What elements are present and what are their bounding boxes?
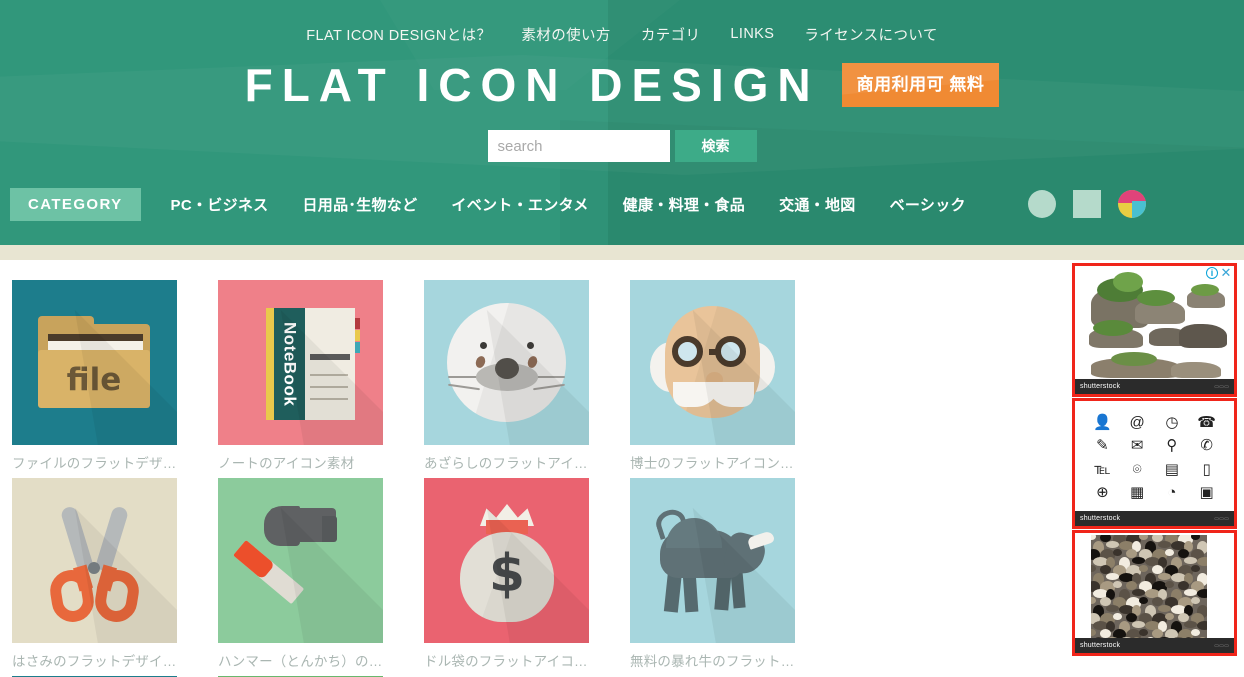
icon-thumbnail[interactable] bbox=[424, 280, 589, 445]
icon-card-professor[interactable]: 博士のフラットアイコン… bbox=[630, 280, 836, 472]
topnav-item-about[interactable]: FLAT ICON DESIGNとは？ bbox=[306, 24, 491, 45]
category-label[interactable]: CATEGORY bbox=[10, 187, 141, 221]
free-commercial-badge-label: 商用利用可 無料 bbox=[856, 75, 985, 94]
globe-icon: ⊕ bbox=[1096, 483, 1109, 501]
headset-icon: ⌾ bbox=[1132, 460, 1142, 478]
icon-card-money-bag[interactable]: $ ドル袋のフラットアイコ… bbox=[424, 478, 630, 670]
icon-caption: ファイルのフラットデザ… bbox=[12, 456, 177, 471]
ad-brand-label: shutterstock bbox=[1080, 515, 1121, 522]
icon-card-notebook[interactable]: NoteBook ノートのアイコン素材 bbox=[218, 280, 424, 472]
ad-brand-bar: shutterstock ▭▭▭ bbox=[1075, 638, 1234, 653]
ad-brand-label: shutterstock bbox=[1080, 642, 1121, 649]
icon-caption: はさみのフラットデザイ… bbox=[12, 654, 177, 669]
site-title[interactable]: FLAT ICON DESIGN bbox=[245, 62, 820, 108]
shape-toggle-group bbox=[1028, 190, 1146, 218]
ad-rocky-islands[interactable]: i ✕ shutterstock ▭▭▭ bbox=[1072, 263, 1237, 397]
topnav-item-howto[interactable]: 素材の使い方 bbox=[521, 24, 610, 45]
square-shape-toggle[interactable] bbox=[1073, 190, 1101, 218]
ad-brand-label: shutterstock bbox=[1080, 383, 1121, 390]
edit-pencil-icon: ✎ bbox=[1096, 437, 1109, 455]
category-item-health-food[interactable]: 健康・料理・食品 bbox=[623, 194, 745, 215]
icon-thumbnail[interactable]: file bbox=[12, 280, 177, 445]
circle-shape-toggle[interactable] bbox=[1028, 190, 1056, 218]
icon-thumbnail[interactable] bbox=[12, 478, 177, 643]
top-navigation: FLAT ICON DESIGNとは？ 素材の使い方 カテゴリ LINKS ライ… bbox=[0, 0, 1244, 56]
chat-bubbles-icon: ▣ bbox=[1199, 483, 1214, 501]
ad-image: 👤 @ ◷ ☎ ✎ ✉ ⚲ ✆ ℡ ⌾ ▤ ▯ ⊕ ▦ ◔ ▣ bbox=[1075, 401, 1234, 526]
category-links: PC・ビジネス 日用品･生物など イベント・エンタメ 健康・料理・食品 交通・地… bbox=[171, 194, 966, 215]
icon-card-bull[interactable]: 無料の暴れ牛のフラット… bbox=[630, 478, 836, 670]
icon-thumbnail[interactable]: $ bbox=[424, 478, 589, 643]
search-input[interactable] bbox=[487, 130, 670, 162]
icon-caption: ハンマー（とんかち）の… bbox=[218, 654, 383, 669]
contact-icon-grid: 👤 @ ◷ ☎ ✎ ✉ ⚲ ✆ ℡ ⌾ ▤ ▯ ⊕ ▦ ◔ ▣ bbox=[1085, 411, 1224, 504]
ad-brand-bar: shutterstock ▭▭▭ bbox=[1075, 511, 1234, 526]
ad-contact-icons[interactable]: 👤 @ ◷ ☎ ✎ ✉ ⚲ ✆ ℡ ⌾ ▤ ▯ ⊕ ▦ ◔ ▣ shutters… bbox=[1072, 398, 1237, 529]
category-bar: CATEGORY PC・ビジネス 日用品･生物など イベント・エンタメ 健康・料… bbox=[0, 185, 1244, 223]
phone-handset-icon: ✆ bbox=[1200, 437, 1213, 455]
icon-thumbnail[interactable] bbox=[630, 478, 795, 643]
old-telephone-icon: ☎ bbox=[1197, 414, 1216, 432]
person-pin-icon: 👤 bbox=[1093, 414, 1112, 432]
icon-caption: 無料の暴れ牛のフラット… bbox=[630, 654, 795, 669]
24h-support-icon: ◔ bbox=[1167, 483, 1177, 501]
search-row: 検索 bbox=[0, 130, 1244, 162]
icon-thumbnail[interactable] bbox=[218, 478, 383, 643]
icon-thumbnail[interactable] bbox=[630, 280, 795, 445]
icon-caption: ドル袋のフラットアイコ… bbox=[424, 654, 588, 669]
icon-card-scissors[interactable]: はさみのフラットデザイ… bbox=[12, 478, 218, 670]
snakeskin-texture bbox=[1091, 535, 1207, 641]
browser-window-icon: ▤ bbox=[1164, 460, 1179, 478]
site-header: FLAT ICON DESIGNとは？ 素材の使い方 カテゴリ LINKS ライ… bbox=[0, 0, 1244, 245]
category-item-basic[interactable]: ベーシック bbox=[890, 194, 966, 215]
clock-icon: ◷ bbox=[1165, 414, 1179, 432]
topnav-item-category[interactable]: カテゴリ bbox=[641, 24, 701, 45]
icon-card-hammer[interactable]: ハンマー（とんかち）の… bbox=[218, 478, 424, 670]
icon-thumbnail[interactable]: NoteBook bbox=[218, 280, 383, 445]
icon-card-file[interactable]: file ファイルのフラットデザ… bbox=[12, 280, 218, 472]
icon-caption: あざらしのフラットアイ… bbox=[424, 456, 588, 471]
map-pin-icon: ⚲ bbox=[1166, 437, 1178, 455]
adchoices-icon[interactable]: i bbox=[1206, 267, 1218, 279]
close-icon[interactable]: ✕ bbox=[1220, 266, 1232, 279]
free-commercial-badge[interactable]: 商用利用可 無料 bbox=[841, 63, 1000, 107]
phone-ringing-icon: ℡ bbox=[1094, 460, 1111, 478]
topnav-item-links[interactable]: LINKS bbox=[730, 26, 774, 42]
topnav-item-license[interactable]: ライセンスについて bbox=[804, 24, 937, 45]
ad-brand-bar: shutterstock ▭▭▭ bbox=[1075, 379, 1234, 394]
ad-snakeskin[interactable]: shutterstock ▭▭▭ bbox=[1072, 530, 1237, 656]
ad-image bbox=[1075, 266, 1234, 394]
mobile-phone-icon: ▯ bbox=[1202, 460, 1211, 478]
icon-card-seal[interactable]: あざらしのフラットアイ… bbox=[424, 280, 630, 472]
category-item-transport-map[interactable]: 交通・地図 bbox=[779, 194, 856, 215]
ad-sidebar: i ✕ shutterstock ▭▭▭ 👤 @ ◷ ☎ ✎ ✉ ⚲ ✆ ℡ ⌾… bbox=[1030, 260, 1244, 677]
category-item-pc-business[interactable]: PC・ビジネス bbox=[171, 194, 269, 215]
logo-row: FLAT ICON DESIGN 商用利用可 無料 bbox=[0, 62, 1244, 108]
envelope-icon: ✉ bbox=[1130, 437, 1144, 455]
category-item-event[interactable]: イベント・エンタメ bbox=[451, 194, 588, 215]
icon-caption: ノートのアイコン素材 bbox=[218, 456, 355, 471]
search-button[interactable]: 検索 bbox=[674, 130, 757, 162]
page-body: file ファイルのフラットデザ… NoteBook ノートのアイコン素材 あざ… bbox=[0, 245, 1244, 677]
at-sign-icon: @ bbox=[1129, 414, 1145, 432]
calendar-icon: ▦ bbox=[1130, 483, 1145, 501]
category-item-daily-goods[interactable]: 日用品･生物など bbox=[303, 194, 418, 215]
beige-divider bbox=[0, 245, 1244, 260]
ad-controls: i ✕ bbox=[1206, 266, 1232, 279]
icon-grid: file ファイルのフラットデザ… NoteBook ノートのアイコン素材 あざ… bbox=[0, 260, 1030, 677]
icon-caption: 博士のフラットアイコン… bbox=[630, 456, 794, 471]
color-pie-toggle[interactable] bbox=[1118, 190, 1146, 218]
ad-image bbox=[1075, 533, 1234, 653]
